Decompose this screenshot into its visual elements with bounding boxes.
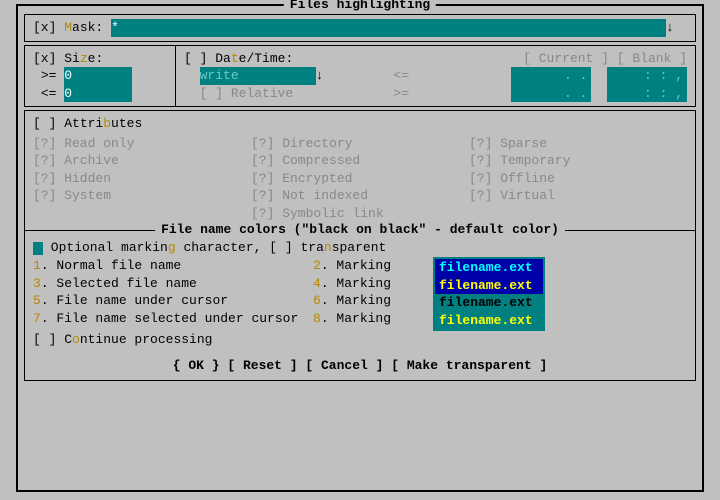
attr-system[interactable]: [?] System — [33, 187, 251, 205]
blank-button[interactable]: [ Blank ] — [617, 51, 687, 66]
mask-dropdown-icon[interactable]: ↓ — [666, 20, 674, 35]
attributes-checkbox[interactable]: [ ] — [33, 116, 56, 131]
size-le-input[interactable]: 0 — [64, 85, 132, 103]
attr-encrypted[interactable]: [?] Encrypted — [251, 170, 469, 188]
marking-char-swatch[interactable] — [33, 242, 43, 255]
datetime-box: [ ] Date/Time: [ Current ] [ Blank ] wri… — [175, 45, 696, 108]
mask-hotkey: M — [64, 20, 72, 35]
dt-le-time[interactable]: : : , — [607, 67, 687, 85]
preview-normal: filename.ext — [435, 259, 543, 277]
make-transparent-button[interactable]: [ Make transparent ] — [391, 358, 547, 373]
mask-label: ask: — [72, 20, 103, 35]
color-selected[interactable]: . Selected file name — [41, 276, 197, 291]
attr-directory[interactable]: [?] Directory — [251, 135, 469, 153]
attr-readonly[interactable]: [?] Read only — [33, 135, 251, 153]
color-preview: filename.ext filename.ext filename.ext f… — [433, 257, 545, 331]
continue-checkbox[interactable]: ntinue processing — [80, 332, 213, 347]
dt-ge-label: >= — [393, 86, 409, 101]
attributes-label: utes — [111, 116, 142, 131]
mask-input[interactable]: * — [111, 19, 666, 37]
mark-6[interactable]: . Marking — [321, 293, 391, 308]
attr-temporary[interactable]: [?] Temporary — [469, 152, 687, 170]
attr-hidden[interactable]: [?] Hidden — [33, 170, 251, 188]
attr-symlink[interactable]: [?] Symbolic link — [251, 205, 469, 223]
cancel-button[interactable]: [ Cancel ] — [305, 358, 383, 373]
size-checkbox[interactable]: [x] — [33, 51, 56, 66]
color-normal[interactable]: . Normal file name — [41, 258, 181, 273]
color-cursor[interactable]: . File name under cursor — [41, 293, 228, 308]
size-ge-input[interactable]: 0 — [64, 67, 132, 85]
attr-offline[interactable]: [?] Offline — [469, 170, 687, 188]
size-le-label: <= — [41, 86, 57, 101]
size-box: [x] Size: >= 0 <= 0 — [24, 45, 176, 108]
preview-selected: filename.ext — [435, 277, 543, 295]
size-hotkey: z — [80, 51, 88, 66]
datetime-label: e/Time: — [239, 51, 294, 66]
mask-checkbox[interactable]: [x] — [33, 20, 56, 35]
colors-section-title: File name colors ("black on black" - def… — [155, 221, 565, 239]
preview-sel-cursor: filename.ext — [435, 312, 543, 330]
color-sel-cursor[interactable]: . File name selected under cursor — [41, 311, 298, 326]
dt-le-label: <= — [393, 68, 409, 83]
preview-cursor: filename.ext — [435, 294, 543, 312]
mark-8[interactable]: . Marking — [321, 311, 391, 326]
attr-sparse[interactable]: [?] Sparse — [469, 135, 687, 153]
current-button[interactable]: [ Current ] — [523, 51, 609, 66]
ok-button[interactable]: { OK } — [173, 358, 220, 373]
attr-compressed[interactable]: [?] Compressed — [251, 152, 469, 170]
mark-4[interactable]: . Marking — [321, 276, 391, 291]
dt-ge-date[interactable]: . . — [511, 85, 591, 103]
datetime-type-dropdown-icon[interactable]: ↓ — [316, 68, 324, 83]
mark-2[interactable]: . Marking — [321, 258, 391, 273]
size-ge-label: >= — [41, 68, 57, 83]
dt-ge-time[interactable]: : : , — [607, 85, 687, 103]
mask-row: [x] Mask: *↓ — [24, 14, 696, 42]
relative-checkbox[interactable]: [ ] Relative — [200, 86, 294, 101]
datetime-checkbox[interactable]: [ ] — [184, 51, 207, 66]
attr-notindexed[interactable]: [?] Not indexed — [251, 187, 469, 205]
attr-archive[interactable]: [?] Archive — [33, 152, 251, 170]
attr-virtual[interactable]: [?] Virtual — [469, 187, 687, 205]
dialog-title: Files highlighting — [284, 0, 436, 14]
transparent-checkbox-label: sparent — [332, 240, 387, 255]
datetime-type-input[interactable]: write — [200, 67, 316, 85]
reset-button[interactable]: [ Reset ] — [227, 358, 297, 373]
size-label-1: Si — [64, 51, 80, 66]
dt-le-date[interactable]: . . — [511, 67, 591, 85]
size-label-2: e: — [88, 51, 104, 66]
